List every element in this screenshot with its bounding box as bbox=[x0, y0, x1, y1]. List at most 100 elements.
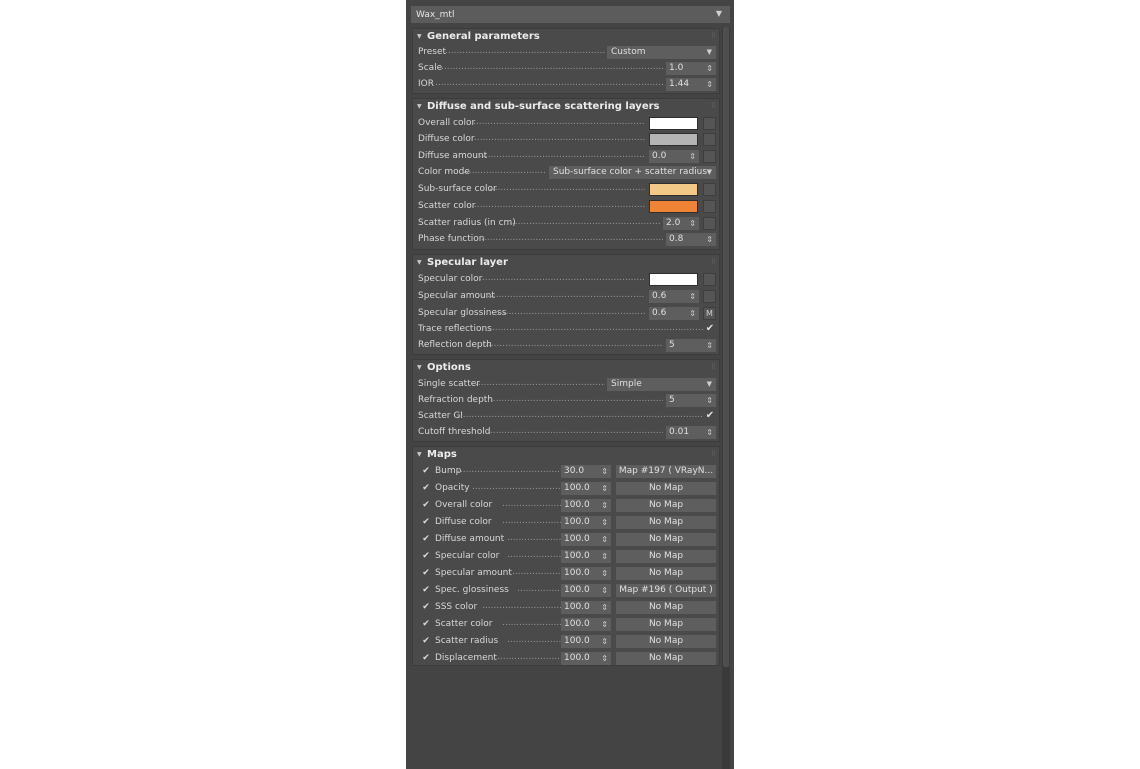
spinner-arrows-icon[interactable]: ⇕ bbox=[601, 550, 608, 563]
single-scatter-dropdown[interactable]: Simple ▼ bbox=[607, 378, 716, 391]
grip-icon[interactable]: ⠿ bbox=[711, 450, 716, 458]
reflection-depth-spinner[interactable]: 5 ⇕ bbox=[666, 339, 716, 352]
phase-function-spinner[interactable]: 0.8 ⇕ bbox=[666, 233, 716, 246]
diffuse-color-swatch[interactable] bbox=[649, 133, 698, 146]
map-slot-button[interactable]: No Map bbox=[616, 533, 716, 546]
refraction-depth-spinner[interactable]: 5 ⇕ bbox=[666, 394, 716, 407]
collapse-arrow-icon[interactable]: ▼ bbox=[417, 451, 427, 458]
grip-icon[interactable]: ⠿ bbox=[711, 102, 716, 110]
spinner-arrows-icon[interactable]: ⇕ bbox=[689, 290, 696, 303]
map-slot-button[interactable]: No Map bbox=[616, 482, 716, 495]
spinner-arrows-icon[interactable]: ⇕ bbox=[601, 652, 608, 665]
map-enable-checkbox[interactable]: ✔ bbox=[420, 618, 432, 630]
map-slot-button[interactable]: No Map bbox=[616, 652, 716, 665]
diffuse-amount-spinner[interactable]: 0.0 ⇕ bbox=[649, 150, 699, 163]
spinner-arrows-icon[interactable]: ⇕ bbox=[601, 533, 608, 546]
specular-glossiness-map-button[interactable]: M bbox=[703, 307, 716, 320]
spinner-arrows-icon[interactable]: ⇕ bbox=[689, 307, 696, 320]
spinner-arrows-icon[interactable]: ⇕ bbox=[706, 426, 713, 439]
map-slot-button[interactable]: Map #197 ( VRayN... bbox=[616, 465, 716, 478]
rollout-header[interactable]: ▼ Options ⠿ bbox=[413, 360, 719, 375]
spinner-arrows-icon[interactable]: ⇕ bbox=[706, 394, 713, 407]
map-slot-button[interactable]: No Map bbox=[616, 516, 716, 529]
ior-spinner[interactable]: 1.44 ⇕ bbox=[666, 78, 716, 91]
spinner-arrows-icon[interactable]: ⇕ bbox=[601, 567, 608, 580]
map-amount-spinner[interactable]: 100.0 ⇕ bbox=[561, 567, 611, 580]
collapse-arrow-icon[interactable]: ▼ bbox=[417, 33, 427, 40]
chevron-down-icon[interactable]: ▼ bbox=[716, 9, 722, 18]
spinner-arrows-icon[interactable]: ⇕ bbox=[689, 217, 696, 230]
map-enable-checkbox[interactable]: ✔ bbox=[420, 465, 432, 477]
spinner-arrows-icon[interactable]: ⇕ bbox=[706, 62, 713, 75]
map-slot-button[interactable]: No Map bbox=[616, 618, 716, 631]
map-amount-spinner[interactable]: 100.0 ⇕ bbox=[561, 533, 611, 546]
grip-icon[interactable]: ⠿ bbox=[711, 363, 716, 371]
rollout-header[interactable]: ▼ Specular layer ⠿ bbox=[413, 255, 719, 270]
rollout-header[interactable]: ▼ Maps ⠿ bbox=[413, 447, 719, 462]
map-amount-spinner[interactable]: 100.0 ⇕ bbox=[561, 584, 611, 597]
map-enable-checkbox[interactable]: ✔ bbox=[420, 584, 432, 596]
map-enable-checkbox[interactable]: ✔ bbox=[420, 516, 432, 528]
map-slot-button[interactable]: Map #196 ( Output ) bbox=[616, 584, 716, 597]
subsurface-color-swatch[interactable] bbox=[649, 183, 698, 196]
map-slot-button[interactable]: No Map bbox=[616, 550, 716, 563]
diffuse-amount-map-button[interactable] bbox=[703, 150, 716, 163]
grip-icon[interactable]: ⠿ bbox=[711, 258, 716, 266]
map-amount-spinner[interactable]: 100.0 ⇕ bbox=[561, 601, 611, 614]
map-amount-spinner[interactable]: 30.0 ⇕ bbox=[561, 465, 611, 478]
spinner-arrows-icon[interactable]: ⇕ bbox=[601, 499, 608, 512]
map-slot-button[interactable]: No Map bbox=[616, 499, 716, 512]
rollout-header[interactable]: ▼ General parameters ⠿ bbox=[413, 29, 719, 44]
spinner-arrows-icon[interactable]: ⇕ bbox=[689, 150, 696, 163]
scatter-radius-map-button[interactable] bbox=[703, 217, 716, 230]
spinner-arrows-icon[interactable]: ⇕ bbox=[706, 233, 713, 246]
subsurface-color-map-button[interactable] bbox=[703, 183, 716, 196]
spinner-arrows-icon[interactable]: ⇕ bbox=[601, 516, 608, 529]
map-amount-spinner[interactable]: 100.0 ⇕ bbox=[561, 618, 611, 631]
map-amount-spinner[interactable]: 100.0 ⇕ bbox=[561, 516, 611, 529]
map-slot-button[interactable]: No Map bbox=[616, 567, 716, 580]
specular-amount-spinner[interactable]: 0.6 ⇕ bbox=[649, 290, 699, 303]
spinner-arrows-icon[interactable]: ⇕ bbox=[601, 465, 608, 478]
spinner-arrows-icon[interactable]: ⇕ bbox=[601, 635, 608, 648]
map-enable-checkbox[interactable]: ✔ bbox=[420, 567, 432, 579]
overall-color-map-button[interactable] bbox=[703, 117, 716, 130]
map-slot-button[interactable]: No Map bbox=[616, 601, 716, 614]
map-enable-checkbox[interactable]: ✔ bbox=[420, 652, 432, 664]
map-enable-checkbox[interactable]: ✔ bbox=[420, 499, 432, 511]
color-mode-dropdown[interactable]: Sub-surface color + scatter radius ▼ bbox=[549, 166, 716, 179]
scrollbar-thumb[interactable] bbox=[723, 27, 729, 667]
map-enable-checkbox[interactable]: ✔ bbox=[420, 482, 432, 494]
map-amount-spinner[interactable]: 100.0 ⇕ bbox=[561, 550, 611, 563]
scatter-color-swatch[interactable] bbox=[649, 200, 698, 213]
grip-icon[interactable]: ⠿ bbox=[711, 32, 716, 40]
specular-color-map-button[interactable] bbox=[703, 273, 716, 286]
trace-reflections-checkbox[interactable]: ✔ bbox=[704, 323, 716, 335]
collapse-arrow-icon[interactable]: ▼ bbox=[417, 103, 427, 110]
spinner-arrows-icon[interactable]: ⇕ bbox=[706, 339, 713, 352]
specular-glossiness-spinner[interactable]: 0.6 ⇕ bbox=[649, 307, 699, 320]
map-amount-spinner[interactable]: 100.0 ⇕ bbox=[561, 499, 611, 512]
cutoff-threshold-spinner[interactable]: 0.01 ⇕ bbox=[666, 426, 716, 439]
map-enable-checkbox[interactable]: ✔ bbox=[420, 635, 432, 647]
scatter-radius-spinner[interactable]: 2.0 ⇕ bbox=[663, 217, 699, 230]
map-slot-button[interactable]: No Map bbox=[616, 635, 716, 648]
collapse-arrow-icon[interactable]: ▼ bbox=[417, 364, 427, 371]
spinner-arrows-icon[interactable]: ⇕ bbox=[706, 78, 713, 91]
rollout-header[interactable]: ▼ Diffuse and sub-surface scattering lay… bbox=[413, 99, 719, 114]
spinner-arrows-icon[interactable]: ⇕ bbox=[601, 584, 608, 597]
spinner-arrows-icon[interactable]: ⇕ bbox=[601, 482, 608, 495]
diffuse-color-map-button[interactable] bbox=[703, 133, 716, 146]
specular-amount-map-button[interactable] bbox=[703, 290, 716, 303]
scatter-gi-checkbox[interactable]: ✔ bbox=[704, 410, 716, 422]
map-amount-spinner[interactable]: 100.0 ⇕ bbox=[561, 482, 611, 495]
overall-color-swatch[interactable] bbox=[649, 117, 698, 130]
map-enable-checkbox[interactable]: ✔ bbox=[420, 550, 432, 562]
map-amount-spinner[interactable]: 100.0 ⇕ bbox=[561, 652, 611, 665]
scale-spinner[interactable]: 1.0 ⇕ bbox=[666, 62, 716, 75]
material-name-dropdown[interactable]: Wax_mtl ▼ bbox=[411, 6, 730, 23]
panel-scrollbar[interactable] bbox=[722, 27, 730, 769]
map-enable-checkbox[interactable]: ✔ bbox=[420, 601, 432, 613]
scatter-color-map-button[interactable] bbox=[703, 200, 716, 213]
map-enable-checkbox[interactable]: ✔ bbox=[420, 533, 432, 545]
